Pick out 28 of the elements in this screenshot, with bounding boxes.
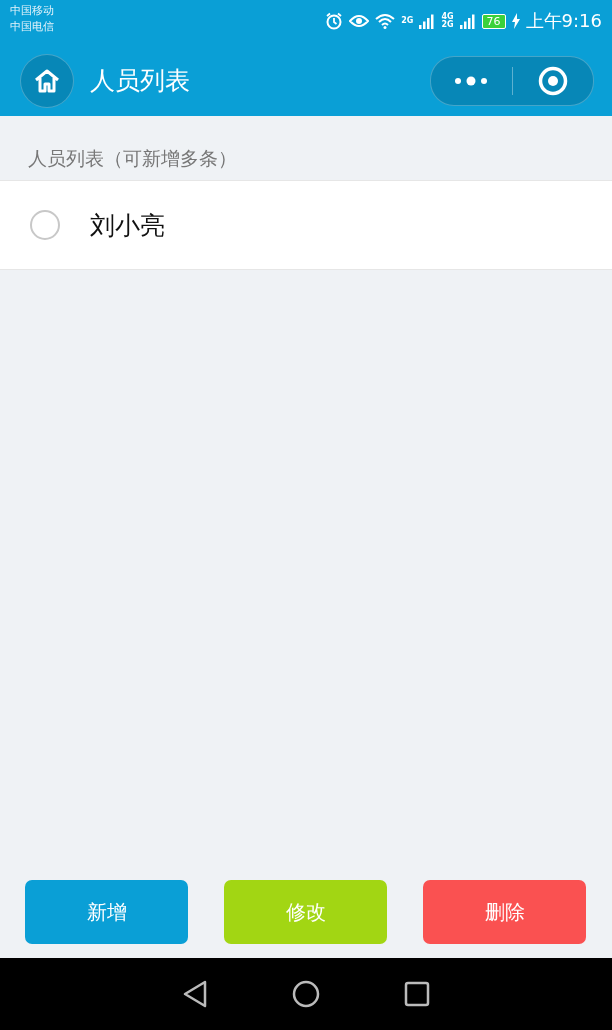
eye-icon — [349, 13, 370, 29]
network-label: 4G — [441, 13, 454, 21]
recent-apps-icon — [404, 981, 430, 1007]
radio-button[interactable] — [30, 210, 60, 240]
clock-time: 上午9:16 — [525, 9, 602, 33]
battery-level: 76 — [481, 13, 506, 29]
person-row[interactable]: 刘小亮 — [0, 180, 612, 270]
alarm-icon — [325, 12, 344, 30]
signal-icon — [419, 13, 436, 29]
home-icon — [33, 67, 61, 94]
network-label: 2G — [441, 21, 454, 29]
carrier-name: 中国移动 — [10, 3, 54, 19]
action-button[interactable]: 修改 — [224, 880, 387, 944]
home-button[interactable] — [20, 53, 74, 108]
action-button[interactable]: 删除 — [423, 880, 586, 944]
signal-icon — [459, 13, 476, 29]
network-label: 2G — [401, 17, 414, 25]
target-icon — [537, 65, 568, 96]
person-name: 刘小亮 — [90, 209, 165, 242]
carrier-name: 中国电信 — [10, 19, 54, 35]
page-title: 人员列表 — [90, 65, 190, 97]
action-button[interactable]: 新增 — [25, 880, 188, 944]
home-circle-icon — [292, 980, 320, 1008]
back-icon — [182, 980, 208, 1008]
wifi-icon — [375, 13, 396, 29]
charging-icon — [511, 13, 520, 29]
more-dots-icon — [454, 75, 489, 86]
section-label: 人员列表（可新增多条） — [27, 146, 238, 171]
